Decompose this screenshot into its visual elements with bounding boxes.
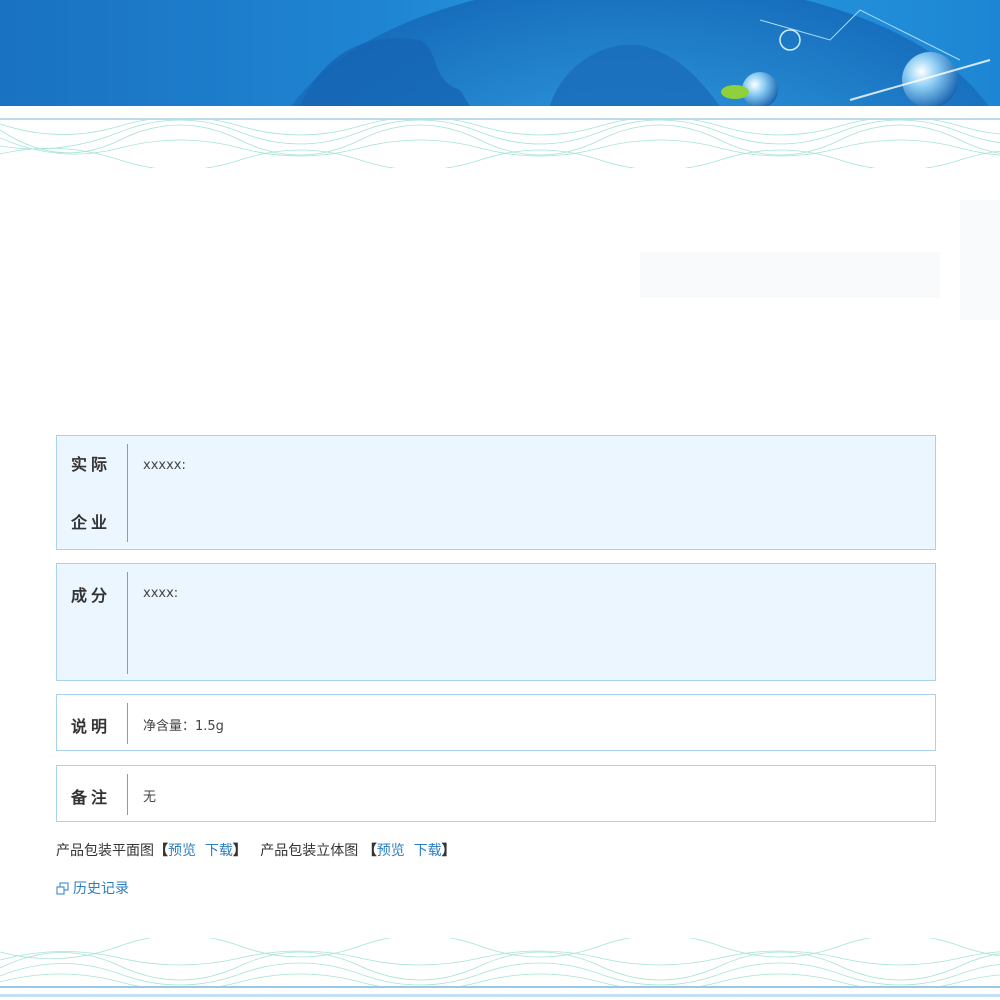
row-label: 成分	[71, 586, 112, 605]
header-banner	[0, 0, 1000, 106]
bracket-open: 【	[154, 843, 168, 859]
bottom-divider	[0, 986, 1000, 988]
row-label: 实际 企业	[57, 436, 129, 549]
info-row-ingredients: 成分 xxxx:	[56, 563, 936, 681]
flat-image-label: 产品包装平面图	[56, 843, 154, 859]
row-label: 说明	[71, 717, 112, 736]
row-value: xxxxx:	[143, 458, 186, 473]
row-divider	[127, 774, 128, 815]
row-divider	[127, 703, 128, 744]
flat-download-link[interactable]: 下载	[205, 843, 233, 859]
history-label[interactable]: 历史记录	[73, 878, 129, 898]
bottom-divider-2	[0, 994, 1000, 997]
decorative-wave-bottom	[0, 938, 1000, 986]
decorative-wave-top	[0, 120, 1000, 168]
row-divider	[127, 444, 128, 542]
row-label-line1: 实际	[71, 455, 112, 474]
row-divider	[127, 572, 128, 674]
bracket-close: 】	[441, 843, 456, 859]
watermark	[640, 252, 940, 298]
bracket-close: 】	[232, 843, 247, 859]
solid-image-label: 产品包装立体图	[260, 843, 359, 859]
solid-preview-link[interactable]: 预览	[377, 843, 405, 859]
globe-graphic	[291, 0, 991, 106]
row-label: 备注	[71, 788, 112, 807]
info-row-actual-enterprise: 实际 企业 xxxxx:	[56, 435, 936, 550]
flat-preview-link[interactable]: 预览	[168, 843, 196, 859]
package-image-links: 产品包装平面图【预览 下载】 产品包装立体图 【预览 下载】	[56, 840, 456, 860]
history-link[interactable]: 历史记录	[56, 878, 129, 898]
watermark	[960, 200, 1000, 320]
row-value: 净含量：1.5g	[143, 719, 224, 734]
row-value: xxxx:	[143, 586, 179, 601]
row-value: 无	[143, 790, 157, 805]
solid-download-link[interactable]: 下载	[414, 843, 442, 859]
row-label-line2: 企业	[71, 513, 112, 532]
info-row-description: 说明 净含量：1.5g	[56, 694, 936, 751]
window-icon	[56, 882, 69, 894]
bracket-open: 【	[362, 843, 377, 859]
info-row-remarks: 备注 无	[56, 765, 936, 822]
